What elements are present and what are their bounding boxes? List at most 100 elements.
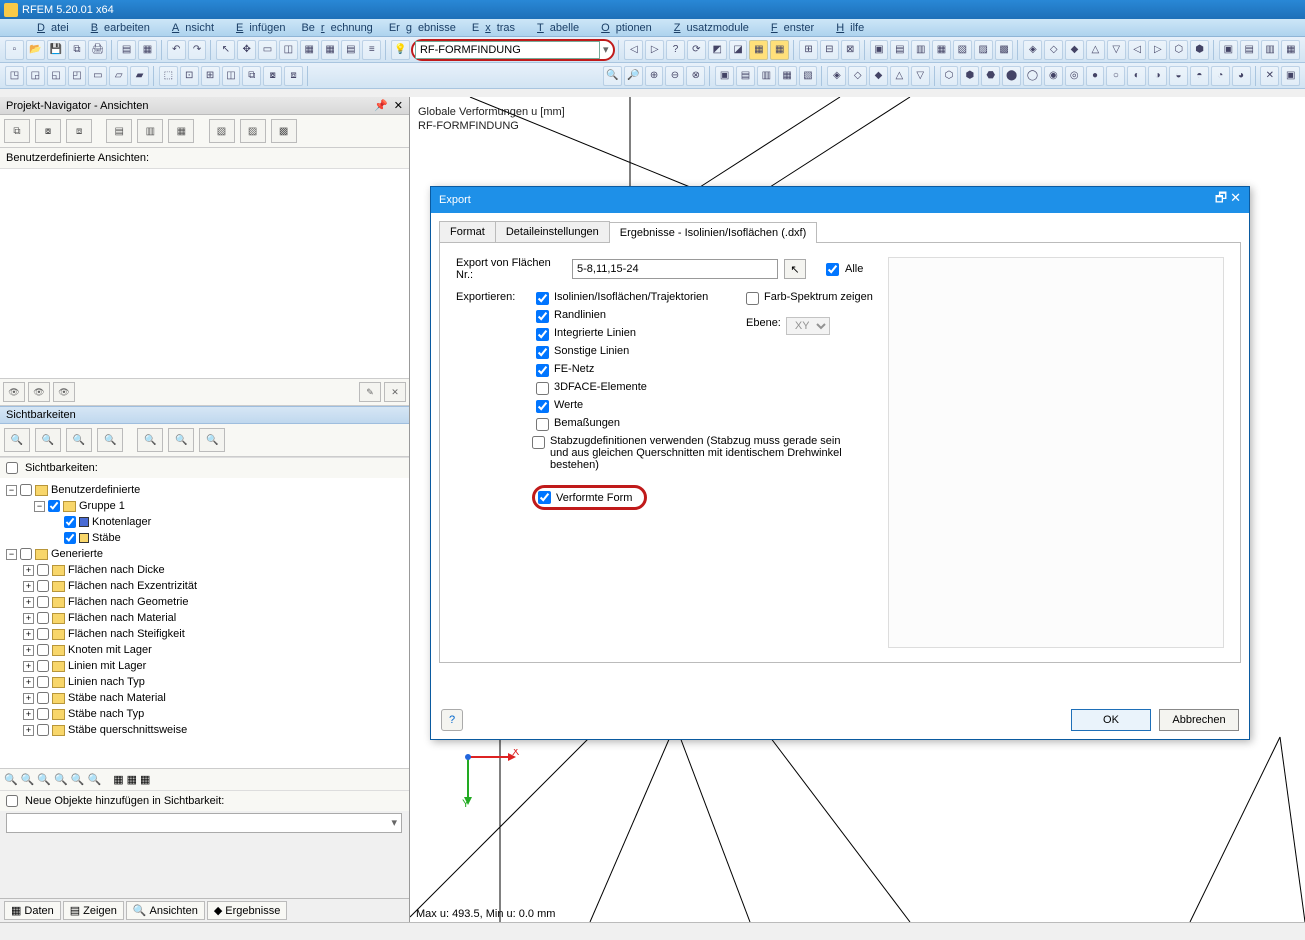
tree-generierte[interactable]: Generierte — [51, 546, 103, 562]
tree-knotenlager[interactable]: Knotenlager — [92, 514, 151, 530]
tb-c1-icon[interactable]: ◈ — [1023, 40, 1042, 60]
tt-btn-6[interactable]: 🔍 — [88, 773, 102, 786]
view-btn-4[interactable]: ▤ — [106, 119, 132, 143]
expand-icon[interactable]: + — [23, 725, 34, 736]
cb-3dface[interactable] — [536, 382, 549, 395]
tt-btn-2[interactable]: 🔍 — [21, 773, 35, 786]
tb2-7-icon[interactable]: ▰ — [130, 66, 149, 86]
tb-new-icon[interactable]: ▫ — [5, 40, 24, 60]
menu-hilfe[interactable]: Hilfe — [824, 21, 870, 35]
tree-item[interactable]: Stäbe nach Material — [68, 690, 166, 706]
tb2-30-icon[interactable]: ◈ — [827, 66, 846, 86]
tb-calc-icon[interactable]: ⟳ — [687, 40, 706, 60]
tree-cb[interactable] — [37, 676, 49, 688]
tb-b5-icon[interactable]: ▧ — [953, 40, 972, 60]
tb-d2-icon[interactable]: ▤ — [1240, 40, 1259, 60]
visibilities-checkbox[interactable] — [6, 462, 18, 474]
tree-cb[interactable] — [37, 708, 49, 720]
tree-item[interactable]: Knoten mit Lager — [68, 642, 152, 658]
vis-btn-3[interactable]: 🔍 — [66, 428, 92, 452]
userviews-list[interactable] — [0, 169, 409, 379]
view-btn-8[interactable]: ▨ — [240, 119, 266, 143]
tb2-45-icon[interactable]: ◑ — [1148, 66, 1167, 86]
tree-cb[interactable] — [37, 580, 49, 592]
cb-stabzug[interactable] — [532, 436, 545, 449]
vis-btn-2[interactable]: 🔍 — [35, 428, 61, 452]
tb2-49-icon[interactable]: ◕ — [1232, 66, 1251, 86]
tree-cb[interactable] — [64, 532, 76, 544]
tb-d3-icon[interactable]: ▥ — [1261, 40, 1280, 60]
tb-c3-icon[interactable]: ◆ — [1065, 40, 1084, 60]
tb-list-icon[interactable]: ≡ — [362, 40, 381, 60]
tb-d1-icon[interactable]: ▣ — [1219, 40, 1238, 60]
cb-farbspektrum[interactable] — [746, 292, 759, 305]
tb2-13-icon[interactable]: ⧇ — [263, 66, 282, 86]
tree-cb[interactable] — [20, 484, 32, 496]
uv-btn-1[interactable]: 👁 — [3, 382, 25, 402]
combo-dropdown-icon[interactable]: ▾ — [600, 43, 612, 56]
tree-gruppe1[interactable]: Gruppe 1 — [79, 498, 125, 514]
tree-item[interactable]: Flächen nach Material — [68, 610, 176, 626]
tb2-12-icon[interactable]: ⧉ — [242, 66, 261, 86]
tb-redo-icon[interactable]: ↷ — [188, 40, 207, 60]
tree-cb[interactable] — [37, 644, 49, 656]
menu-berechnung[interactable]: Berechnung — [295, 21, 378, 35]
uv-btn-del[interactable]: ✕ — [384, 382, 406, 402]
tb-cube1-icon[interactable]: ◩ — [708, 40, 727, 60]
add-objects-checkbox[interactable] — [6, 795, 18, 807]
tb2-38-icon[interactable]: ⬤ — [1002, 66, 1021, 86]
tb-win-icon[interactable]: ◫ — [279, 40, 298, 60]
vis-btn-1[interactable]: 🔍 — [4, 428, 30, 452]
tb2-23-icon[interactable]: ⊖ — [665, 66, 684, 86]
expand-icon[interactable]: + — [23, 597, 34, 608]
pin-icon[interactable]: 📌 — [374, 100, 388, 112]
tree-item[interactable]: Stäbe nach Typ — [68, 706, 144, 722]
tb-print-icon[interactable]: 🖨 — [88, 40, 107, 60]
tb2-2-icon[interactable]: ◲ — [26, 66, 45, 86]
tab-detail[interactable]: Detaileinstellungen — [495, 221, 610, 242]
tb2-37-icon[interactable]: ⬣ — [981, 66, 1000, 86]
expand-icon[interactable]: − — [6, 485, 17, 496]
cb-isolinien[interactable] — [536, 292, 549, 305]
tb2-48-icon[interactable]: ◔ — [1211, 66, 1230, 86]
tb2-8-icon[interactable]: ⬚ — [159, 66, 178, 86]
visibility-tree[interactable]: −Benutzerdefinierte −Gruppe 1 Knotenlage… — [0, 478, 409, 768]
view-btn-2[interactable]: ⧇ — [35, 119, 61, 143]
tree-cb[interactable] — [64, 516, 76, 528]
tb2-33-icon[interactable]: △ — [890, 66, 909, 86]
tb2-20-icon[interactable]: 🔍 — [603, 66, 622, 86]
expand-icon[interactable]: − — [6, 549, 17, 560]
tb-b1-icon[interactable]: ▣ — [870, 40, 889, 60]
vis-btn-5[interactable]: 🔍 — [137, 428, 163, 452]
pick-surfaces-button[interactable]: ↖ — [784, 259, 806, 279]
tab-ergebnisse[interactable]: ◆Ergebnisse — [207, 901, 288, 920]
tb2-22-icon[interactable]: ⊕ — [645, 66, 664, 86]
menu-zusatzmodule[interactable]: Zusatzmodule — [662, 21, 755, 35]
tb-a1-icon[interactable]: ⊞ — [799, 40, 818, 60]
menu-optionen[interactable]: Optionen — [589, 21, 658, 35]
tb-next-icon[interactable]: ▷ — [645, 40, 664, 60]
tb2-4-icon[interactable]: ◰ — [68, 66, 87, 86]
tb-a3-icon[interactable]: ⊠ — [841, 40, 860, 60]
cb-werte[interactable] — [536, 400, 549, 413]
tree-item[interactable]: Flächen nach Dicke — [68, 562, 165, 578]
tb2-41-icon[interactable]: ◎ — [1065, 66, 1084, 86]
tb-saveall-icon[interactable]: ⧉ — [68, 40, 87, 60]
tb2-32-icon[interactable]: ◆ — [869, 66, 888, 86]
tb2-5-icon[interactable]: ▭ — [88, 66, 107, 86]
tb-c6-icon[interactable]: ◁ — [1128, 40, 1147, 60]
close-panel-icon[interactable]: ✕ — [394, 100, 403, 112]
tree-cb[interactable] — [37, 628, 49, 640]
tb2-28-icon[interactable]: ▦ — [778, 66, 797, 86]
tab-daten[interactable]: ▦Daten — [4, 901, 61, 920]
tree-cb[interactable] — [37, 612, 49, 624]
tb-rect-icon[interactable]: ▭ — [258, 40, 277, 60]
tb2-3-icon[interactable]: ◱ — [47, 66, 66, 86]
help-button[interactable]: ? — [441, 709, 463, 731]
tb2-44-icon[interactable]: ◐ — [1127, 66, 1146, 86]
tb2-9-icon[interactable]: ⊡ — [180, 66, 199, 86]
vis-btn-4[interactable]: 🔍 — [97, 428, 123, 452]
tb2-29-icon[interactable]: ▧ — [799, 66, 818, 86]
tt-btn-7[interactable]: ▦ — [113, 773, 123, 786]
tb2-43-icon[interactable]: ○ — [1106, 66, 1125, 86]
